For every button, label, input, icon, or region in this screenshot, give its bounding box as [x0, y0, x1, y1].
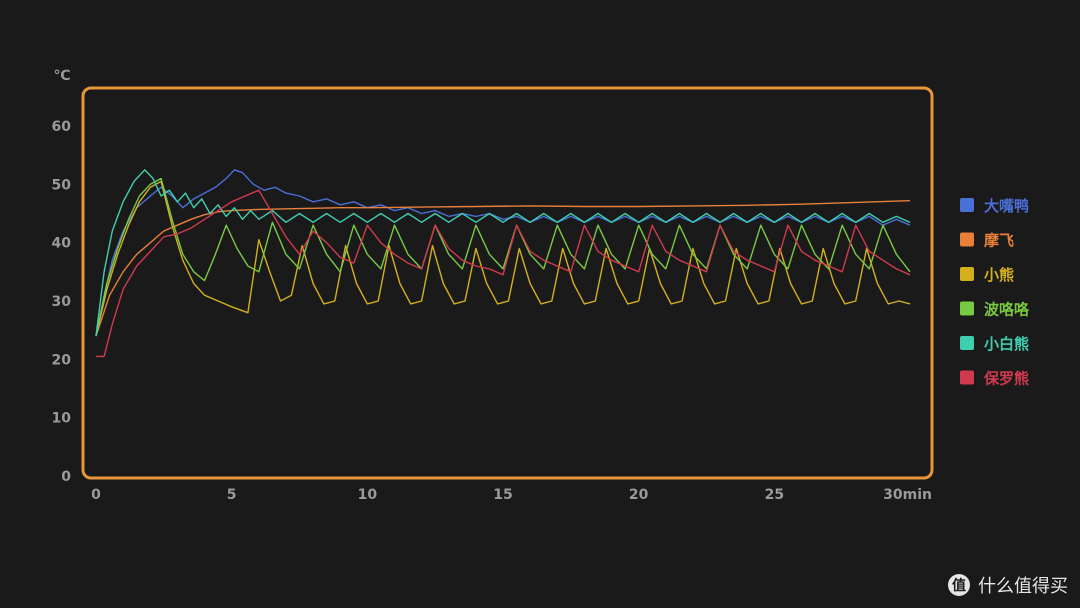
legend-label: 大嘴鸭 — [984, 197, 1029, 215]
plot-area-frame — [81, 86, 934, 480]
legend-swatch — [960, 301, 974, 316]
y-tick-label: 60 — [52, 119, 72, 135]
series-line-4 — [95, 177, 911, 337]
y-tick-label: 20 — [52, 352, 72, 368]
x-tick-label: 15 — [493, 487, 512, 503]
y-axis-ticks: 0 10 20 30 40 50 60 — [52, 119, 72, 485]
legend-swatch — [960, 267, 974, 281]
series-lines — [95, 169, 911, 358]
x-tick-label: 0 — [91, 487, 101, 503]
legend-label: 摩飞 — [984, 232, 1014, 250]
x-tick-label: 30min — [883, 487, 932, 503]
y-tick-label: 40 — [52, 236, 72, 252]
legend-label: 小熊 — [984, 266, 1014, 284]
legend: 大嘴鸭摩飞小熊波咯咯小白熊保罗熊 — [960, 197, 1030, 388]
legend-label: 保罗熊 — [983, 370, 1029, 388]
x-tick-label: 5 — [227, 487, 237, 503]
y-tick-label: 30 — [52, 294, 72, 310]
y-tick-label: 50 — [52, 177, 72, 193]
legend-swatch — [960, 232, 974, 247]
legend-label: 波咯咯 — [984, 301, 1030, 319]
y-tick-label: 0 — [61, 469, 71, 485]
x-tick-label: 25 — [765, 487, 784, 503]
x-tick-label: 10 — [358, 487, 378, 503]
temperature-line-chart: ℃ 0 10 20 30 40 50 60 0 5 10 15 20 25 30min 大嘴鸭摩飞小熊波… — [52, 68, 1030, 503]
legend-swatch — [960, 336, 974, 350]
legend-swatch — [960, 370, 974, 385]
y-tick-label: 10 — [52, 411, 72, 427]
series-line-1 — [95, 169, 911, 337]
watermark-text: 什么值得买 — [978, 576, 1068, 597]
x-axis-ticks: 0 5 10 15 20 25 30min — [91, 487, 932, 503]
y-axis-unit-label: ℃ — [54, 68, 71, 84]
series-line-5 — [95, 169, 911, 337]
legend-swatch — [960, 198, 974, 212]
legend-label: 小白熊 — [984, 335, 1029, 353]
x-tick-label: 20 — [629, 487, 649, 503]
watermark-logo-icon: 值 — [948, 574, 970, 596]
watermark: 值 什么值得买 — [948, 572, 1068, 598]
